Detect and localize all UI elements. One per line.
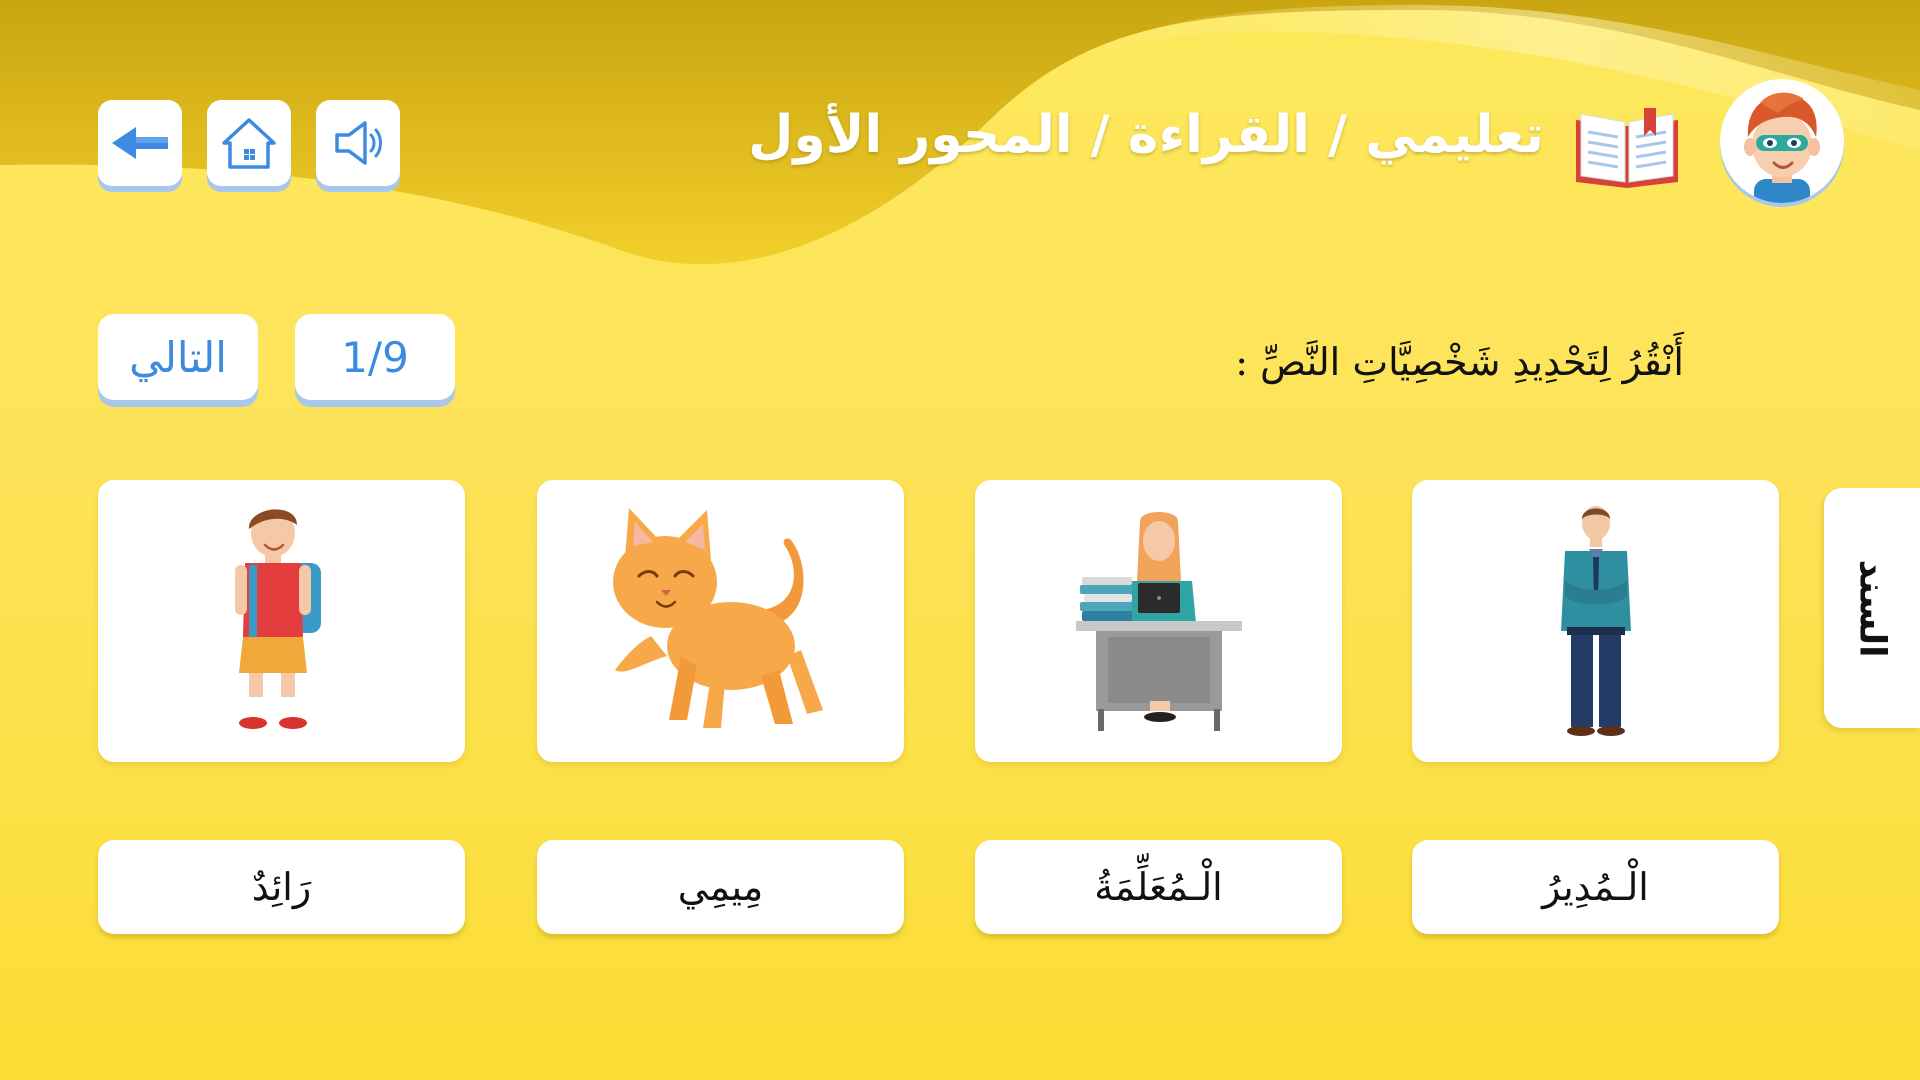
word-principal[interactable]: الْـمُدِيرُ: [1412, 840, 1779, 934]
back-button[interactable]: [98, 100, 182, 186]
principal-man-illustration: [1560, 506, 1631, 736]
card-cat[interactable]: [537, 480, 904, 762]
home-button[interactable]: [207, 100, 291, 186]
instruction-text: أَنْقُرُ لِتَحْدِيدِ شَخْصِيَّاتِ النَّص…: [1235, 340, 1684, 384]
speaker-icon: [335, 121, 382, 165]
next-label: التالي: [129, 332, 227, 382]
home-icon: [222, 118, 276, 169]
source-tab-label: السند: [1851, 559, 1893, 657]
progress-indicator: 1/9: [295, 314, 455, 400]
book-icon: [1576, 108, 1678, 188]
source-tab[interactable]: السند: [1824, 488, 1920, 728]
word-teacher[interactable]: الْـمُعَلِّمَةُ: [975, 840, 1342, 934]
card-principal[interactable]: [1412, 480, 1779, 762]
orange-cat-illustration: [612, 508, 823, 728]
word-boy[interactable]: رَائِدٌ: [98, 840, 465, 934]
card-teacher[interactable]: [975, 480, 1342, 762]
progress-text: 1/9: [341, 332, 409, 382]
teacher-at-desk-illustration: [1075, 512, 1242, 731]
arrow-left-icon: [112, 127, 168, 159]
avatar: [1720, 79, 1844, 203]
schoolboy-with-backpack-illustration: [234, 509, 321, 729]
card-boy[interactable]: [98, 480, 465, 762]
word-cat[interactable]: مِيمِي: [537, 840, 904, 934]
page-title: تعليمي / القراءة / المحور الأول: [748, 105, 1544, 165]
next-button[interactable]: التالي: [98, 314, 258, 400]
audio-button[interactable]: [316, 100, 400, 186]
boy-avatar-icon: [1744, 92, 1820, 203]
